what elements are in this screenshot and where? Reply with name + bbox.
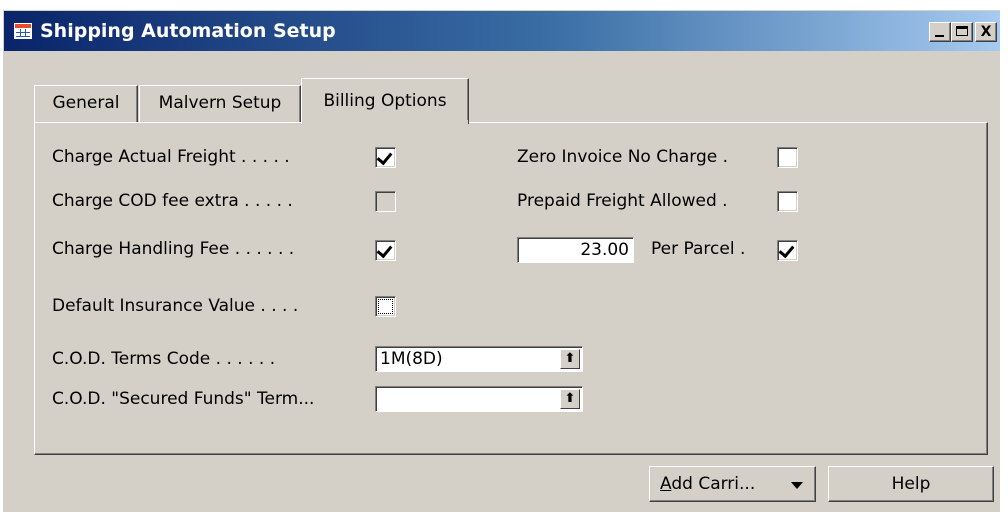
- cod-secured-funds-term-label: C.O.D. "Secured Funds" Term...: [52, 389, 315, 409]
- cod-terms-code-field[interactable]: 1M(8D) ⬆: [375, 346, 583, 372]
- default-insurance-value-checkbox[interactable]: [375, 296, 396, 317]
- active-tab-join: [302, 120, 468, 124]
- handling-fee-amount-value: 23.00: [580, 240, 629, 260]
- minimize-icon: [935, 35, 944, 37]
- cod-secured-funds-term-field[interactable]: ⬆: [375, 386, 583, 412]
- minimize-button[interactable]: [929, 22, 951, 42]
- maximize-button[interactable]: [951, 22, 973, 42]
- charge-handling-fee-label: Charge Handling Fee . . . . . .: [52, 239, 295, 259]
- close-button[interactable]: X: [975, 22, 997, 42]
- per-parcel-label: Per Parcel .: [651, 239, 746, 259]
- zero-invoice-no-charge-label: Zero Invoice No Charge .: [517, 147, 729, 167]
- charge-actual-freight-checkbox[interactable]: [375, 147, 396, 168]
- lookup-arrow-icon[interactable]: ⬆: [560, 389, 580, 409]
- lookup-arrow-icon[interactable]: ⬆: [560, 349, 580, 369]
- billing-options-panel: Charge Actual Freight . . . . . Charge C…: [34, 122, 988, 455]
- tab-general[interactable]: General: [34, 85, 138, 123]
- check-mark-icon: [376, 148, 393, 166]
- close-icon: X: [980, 24, 992, 40]
- prepaid-freight-allowed-checkbox[interactable]: [777, 191, 798, 212]
- add-carrier-label: Add Carri...: [660, 467, 755, 501]
- cod-terms-code-value: 1M(8D): [380, 349, 443, 369]
- check-mark-icon: [778, 241, 795, 259]
- cod-terms-code-label: C.O.D. Terms Code . . . . . .: [52, 349, 276, 369]
- tab-malvern-setup[interactable]: Malvern Setup: [139, 85, 301, 123]
- prepaid-freight-allowed-label: Prepaid Freight Allowed .: [517, 191, 728, 211]
- handling-fee-amount-field[interactable]: 23.00: [517, 237, 634, 263]
- shipping-automation-setup-window: Shipping Automation Setup X General Malv…: [3, 10, 1000, 512]
- window-title: Shipping Automation Setup: [40, 20, 336, 42]
- default-insurance-value-label: Default Insurance Value . . . .: [52, 296, 299, 316]
- charge-handling-fee-checkbox[interactable]: [375, 240, 396, 261]
- title-bar[interactable]: Shipping Automation Setup X: [4, 11, 1000, 51]
- charge-actual-freight-label: Charge Actual Freight . . . . .: [52, 147, 290, 167]
- charge-cod-fee-extra-label: Charge COD fee extra . . . . .: [52, 191, 293, 211]
- maximize-icon: [956, 26, 968, 36]
- per-parcel-checkbox[interactable]: [777, 240, 798, 261]
- add-carrier-accelerator: A: [660, 474, 672, 494]
- check-mark-icon: [376, 241, 393, 259]
- table-form-icon: [14, 23, 32, 39]
- zero-invoice-no-charge-checkbox[interactable]: [777, 147, 798, 168]
- dropdown-arrow-icon: [791, 482, 803, 489]
- add-carrier-label-rest: dd Carri...: [671, 474, 756, 494]
- tab-billing-options[interactable]: Billing Options: [301, 78, 469, 124]
- add-carrier-button[interactable]: Add Carri...: [649, 466, 816, 502]
- help-button[interactable]: Help: [828, 466, 994, 502]
- charge-cod-fee-extra-checkbox[interactable]: [375, 191, 396, 212]
